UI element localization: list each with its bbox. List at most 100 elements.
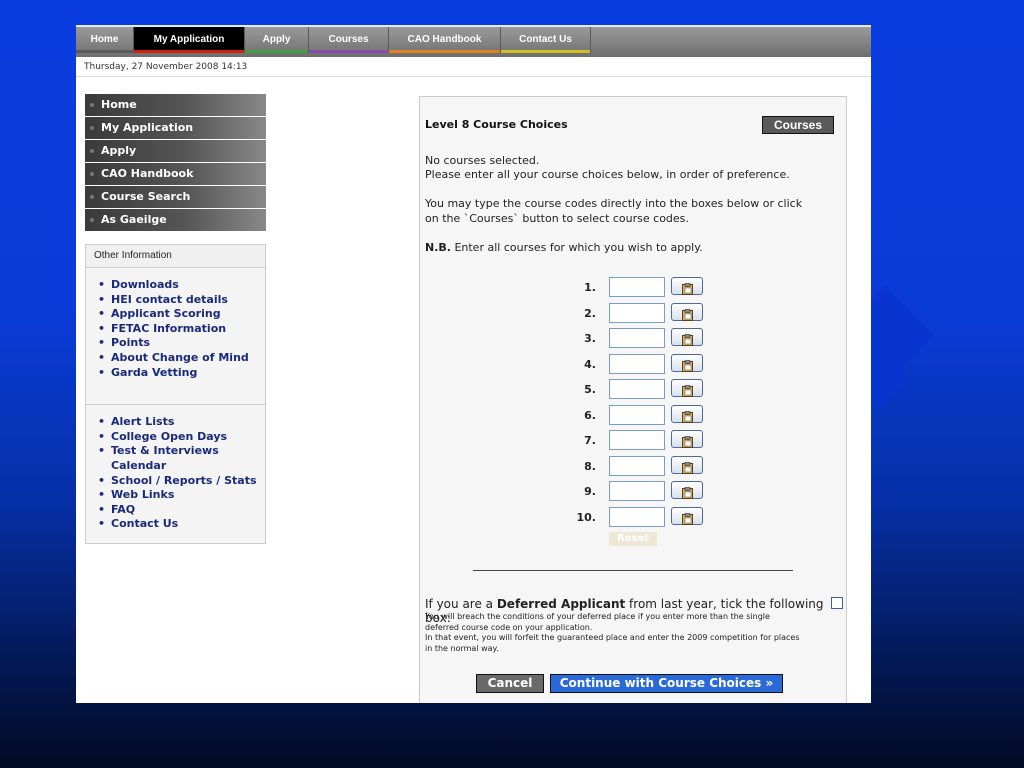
course-picker-button[interactable] — [671, 506, 703, 525]
link-garda-vetting[interactable]: Garda Vetting — [98, 366, 265, 381]
choice-row: 2. — [420, 302, 848, 328]
reset-button[interactable]: Reset — [609, 532, 657, 546]
course-code-input[interactable] — [609, 379, 665, 399]
tab-my-application[interactable]: My Application — [134, 27, 245, 53]
choice-row: 3. — [420, 328, 848, 353]
choice-number: 1. — [584, 281, 596, 294]
bullet-icon — [90, 103, 94, 107]
link-about-change-of-mind[interactable]: About Change of Mind — [98, 351, 265, 366]
course-picker-button[interactable] — [671, 481, 703, 499]
course-code-input[interactable] — [609, 302, 665, 323]
bullet-icon — [90, 172, 94, 176]
nb-body: Enter all courses for which you wish to … — [450, 241, 703, 254]
course-code-input[interactable] — [609, 328, 665, 348]
choice-row: 7. — [420, 430, 848, 455]
tab-underline — [76, 50, 133, 53]
choice-row: 10. — [420, 506, 848, 532]
course-picker-button[interactable] — [671, 328, 703, 346]
clipboard-icon — [681, 334, 693, 346]
choice-row: 1. — [420, 277, 848, 302]
deferred-bold: Deferred Applicant — [496, 597, 626, 611]
other-information-box: Other Information Downloads HEI contact … — [85, 244, 266, 544]
choice-row: 4. — [420, 353, 848, 379]
type-hint-text: You may type the course codes directly i… — [425, 197, 803, 225]
choice-number: 9. — [584, 485, 596, 498]
tab-underline — [309, 50, 388, 53]
link-school-reports-stats[interactable]: School / Reports / Stats — [98, 474, 265, 489]
tab-courses[interactable]: Courses — [309, 27, 389, 53]
instruction-text: Please enter all your course choices bel… — [425, 168, 790, 181]
clipboard-icon — [681, 436, 693, 448]
course-picker-button[interactable] — [671, 353, 703, 372]
course-code-input[interactable] — [609, 353, 665, 374]
course-picker-button[interactable] — [671, 379, 703, 397]
tab-underline — [245, 50, 308, 53]
tab-home[interactable]: Home — [76, 27, 134, 53]
choice-number: 7. — [584, 434, 596, 447]
menu-item-label: CAO Handbook — [101, 167, 194, 180]
choice-row: 6. — [420, 404, 848, 430]
course-picker-button[interactable] — [671, 430, 703, 448]
choice-number: 6. — [584, 408, 596, 422]
course-picker-button[interactable] — [671, 277, 703, 295]
course-code-input[interactable] — [609, 404, 665, 425]
choice-number: 10. — [576, 510, 597, 524]
tab-underline — [389, 50, 500, 53]
divider — [86, 404, 265, 406]
clipboard-icon — [681, 512, 693, 525]
link-test-interviews-calendar[interactable]: Test & Interviews Calendar — [98, 444, 265, 473]
link-hei-contact-details[interactable]: HEI contact details — [98, 293, 265, 308]
course-picker-button[interactable] — [671, 404, 703, 423]
browser-page: Home My Application Apply Courses CAO Ha… — [76, 25, 871, 703]
deferred-applicant-checkbox[interactable] — [831, 597, 843, 609]
cancel-button[interactable]: Cancel — [476, 674, 544, 693]
left-menu: Home My Application Apply CAO Handbook C… — [85, 94, 266, 232]
other-information-list-2: Alert Lists College Open Days Test & Int… — [86, 415, 265, 532]
divider — [473, 570, 793, 571]
course-choices-panel: Level 8 Course Choices Courses No course… — [419, 96, 847, 703]
choice-row: 5. — [420, 379, 848, 404]
menu-item-label: Home — [101, 98, 137, 111]
link-contact-us[interactable]: Contact Us — [98, 517, 265, 532]
menu-item-as-gaeilge[interactable]: As Gaeilge — [85, 209, 266, 231]
course-code-input[interactable] — [609, 277, 665, 297]
menu-item-home[interactable]: Home — [85, 94, 266, 116]
course-code-input[interactable] — [609, 481, 665, 501]
tab-cao-handbook[interactable]: CAO Handbook — [389, 27, 501, 53]
course-code-input[interactable] — [609, 430, 665, 450]
tab-apply[interactable]: Apply — [245, 27, 309, 53]
continue-button[interactable]: Continue with Course Choices » — [550, 674, 783, 693]
menu-item-label: Course Search — [101, 190, 191, 203]
menu-item-course-search[interactable]: Course Search — [85, 186, 266, 208]
link-web-links[interactable]: Web Links — [98, 488, 265, 503]
choice-row: 8. — [420, 455, 848, 481]
clipboard-icon — [681, 359, 693, 372]
link-faq[interactable]: FAQ — [98, 503, 265, 518]
bullet-icon — [90, 149, 94, 153]
choice-row: 9. — [420, 481, 848, 506]
tab-contact-us[interactable]: Contact Us — [501, 27, 591, 53]
courses-button[interactable]: Courses — [762, 116, 834, 134]
tab-underline — [501, 50, 590, 53]
link-applicant-scoring[interactable]: Applicant Scoring — [98, 307, 265, 322]
link-downloads[interactable]: Downloads — [98, 278, 265, 293]
menu-item-apply[interactable]: Apply — [85, 140, 266, 162]
menu-item-cao-handbook[interactable]: CAO Handbook — [85, 163, 266, 185]
clipboard-icon — [681, 410, 693, 423]
clipboard-icon — [681, 283, 693, 295]
link-alert-lists[interactable]: Alert Lists — [98, 415, 265, 430]
no-courses-text: No courses selected. — [425, 154, 540, 167]
menu-item-label: Apply — [101, 144, 137, 157]
clipboard-icon — [681, 487, 693, 499]
panel-title: Level 8 Course Choices — [425, 118, 568, 131]
course-code-input[interactable] — [609, 506, 665, 527]
choice-number: 4. — [584, 357, 596, 371]
link-fetac-information[interactable]: FETAC Information — [98, 322, 265, 337]
link-points[interactable]: Points — [98, 336, 265, 351]
course-code-input[interactable] — [609, 455, 665, 476]
deferred-note-2: In that event, you will forfeit the guar… — [425, 633, 800, 653]
menu-item-my-application[interactable]: My Application — [85, 117, 266, 139]
link-college-open-days[interactable]: College Open Days — [98, 430, 265, 445]
course-picker-button[interactable] — [671, 455, 703, 474]
course-picker-button[interactable] — [671, 302, 703, 321]
